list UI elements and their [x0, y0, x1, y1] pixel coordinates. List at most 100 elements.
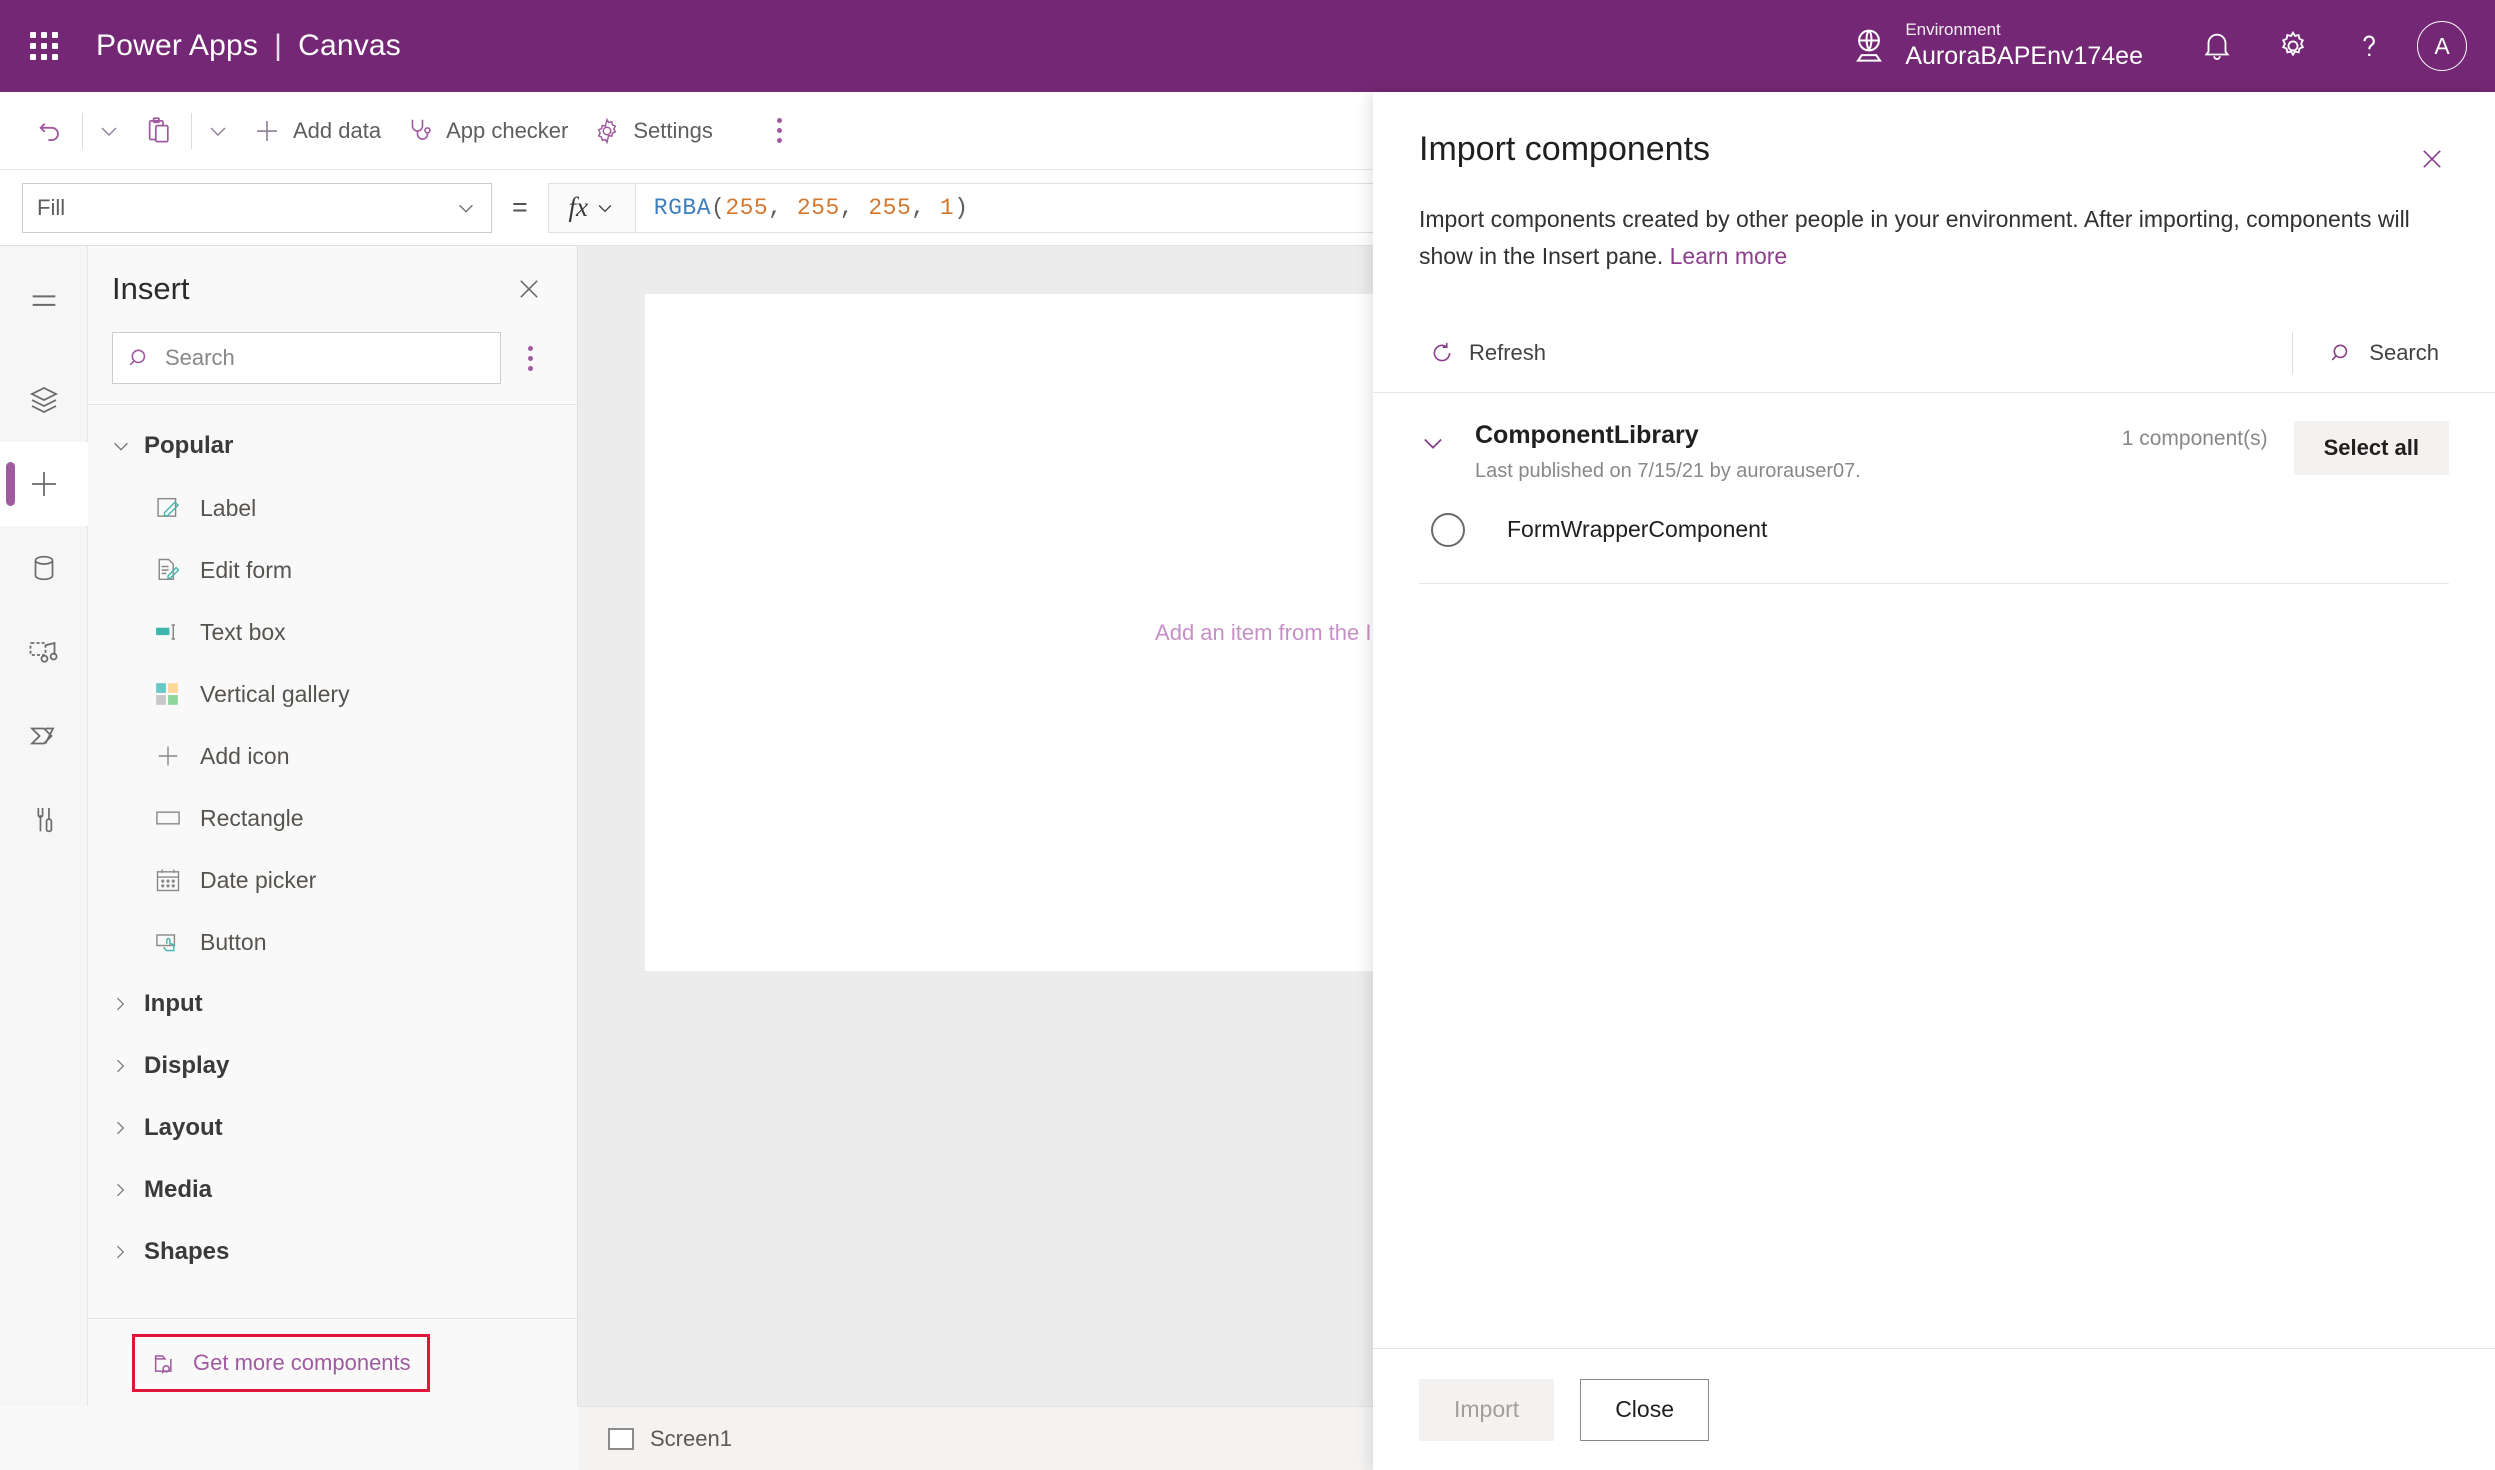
section-header-input[interactable]: Input — [88, 973, 577, 1035]
section-header-layout[interactable]: Layout — [88, 1097, 577, 1159]
section-label: Popular — [144, 432, 234, 459]
library-info: ComponentLibrary Last published on 7/15/… — [1475, 421, 2122, 483]
app-checker-button[interactable]: App checker — [393, 103, 580, 159]
text-box-icon — [154, 618, 200, 646]
search-icon — [2329, 340, 2355, 366]
formula-token-pun: ( — [711, 194, 726, 221]
insert-search-row: Search — [88, 332, 577, 404]
settings-toolbar-button[interactable]: Settings — [580, 103, 725, 159]
insert-item-text-box[interactable]: Text box — [88, 601, 577, 663]
question-mark-icon — [2352, 29, 2386, 63]
insert-item-date-picker[interactable]: Date picker — [88, 849, 577, 911]
bell-icon — [2200, 29, 2234, 63]
insert-item-text: Rectangle — [200, 804, 304, 831]
formula-token-fn: RGBA — [653, 194, 711, 221]
undo-button[interactable] — [22, 103, 78, 159]
formula-token-pun: , — [911, 194, 940, 221]
brand-separator: | — [274, 29, 283, 62]
toolbar-divider-2 — [191, 112, 192, 149]
calendar-icon — [154, 866, 200, 894]
close-icon[interactable] — [505, 265, 553, 313]
sidebar-item-variables[interactable] — [0, 778, 88, 862]
close-icon[interactable] — [2405, 132, 2459, 186]
chevron-right-icon — [110, 1056, 144, 1076]
toolbar-overflow-button[interactable] — [739, 103, 815, 159]
insert-pane-body: Popular Label Edit form Text box Vertica… — [88, 404, 577, 1379]
media-icon — [26, 634, 62, 670]
hamburger-menu-button[interactable] — [0, 260, 88, 344]
sidebar-item-tree-view[interactable] — [0, 358, 88, 442]
insert-item-button[interactable]: Button — [88, 911, 577, 973]
formula-token-pun: , — [768, 194, 797, 221]
waffle-grid-icon[interactable] — [22, 24, 66, 68]
learn-more-link[interactable]: Learn more — [1670, 243, 1788, 269]
radio-unchecked-icon[interactable] — [1431, 512, 1465, 547]
section-header-display[interactable]: Display — [88, 1035, 577, 1097]
chevron-down-icon — [110, 435, 144, 457]
import-button[interactable]: Import — [1419, 1378, 1555, 1441]
sidebar-item-insert[interactable] — [0, 442, 88, 526]
section-header-shapes[interactable]: Shapes — [88, 1221, 577, 1283]
settings-label: Settings — [633, 117, 713, 143]
sidebar-item-media[interactable] — [0, 610, 88, 694]
insert-item-edit-form[interactable]: Edit form — [88, 539, 577, 601]
insert-item-add-icon[interactable]: Add icon — [88, 725, 577, 787]
section-label: Media — [144, 1176, 213, 1203]
insert-overflow-button[interactable] — [507, 345, 553, 371]
component-list-item[interactable]: FormWrapperComponent — [1373, 495, 2495, 565]
section-label: Display — [144, 1052, 230, 1079]
library-name: ComponentLibrary — [1475, 420, 1699, 449]
fx-button[interactable]: fx — [547, 182, 636, 233]
command-divider — [2292, 332, 2294, 375]
database-icon — [27, 551, 61, 585]
avatar[interactable]: A — [2417, 21, 2467, 71]
undo-icon — [34, 115, 66, 147]
brand-title: Power Apps | Canvas — [96, 29, 401, 63]
equals-sign: = — [512, 192, 528, 222]
library-meta: Last published on 7/15/21 by aurorauser0… — [1475, 459, 1861, 482]
paste-dropdown[interactable] — [196, 103, 240, 159]
undo-dropdown[interactable] — [87, 103, 131, 159]
search-input[interactable]: Search — [112, 332, 501, 384]
paste-button[interactable] — [131, 103, 187, 159]
settings-button[interactable] — [2255, 0, 2331, 92]
refresh-button[interactable]: Refresh — [1419, 332, 1556, 374]
chevron-down-icon — [1419, 429, 1475, 457]
sidebar-item-power-automate[interactable] — [0, 694, 88, 778]
layers-icon — [26, 382, 62, 418]
component-name: FormWrapperComponent — [1507, 516, 1768, 543]
import-components-panel: Import components Import components crea… — [1373, 92, 2495, 1470]
notifications-button[interactable] — [2179, 0, 2255, 92]
chevron-right-icon — [110, 1180, 144, 1200]
globe-icon — [1847, 24, 1891, 68]
import-search-button[interactable]: Search — [2319, 332, 2449, 374]
insert-item-vertical-gallery[interactable]: Vertical gallery — [88, 663, 577, 725]
formula-token-num: 255 — [725, 194, 769, 221]
section-header-popular[interactable]: Popular — [88, 415, 577, 477]
status-screen-selector[interactable]: Screen1 — [608, 1426, 732, 1452]
property-select[interactable]: Fill — [22, 182, 492, 233]
search-placeholder: Search — [165, 345, 235, 370]
insert-item-rectangle[interactable]: Rectangle — [88, 787, 577, 849]
search-icon — [127, 345, 153, 371]
library-expand-toggle[interactable] — [1419, 421, 1475, 457]
label-icon — [154, 494, 200, 522]
section-header-media[interactable]: Media — [88, 1159, 577, 1221]
rectangle-icon — [154, 804, 200, 832]
insert-pane: Insert Search Popular Label Edit form Te… — [88, 246, 578, 1406]
import-panel-header: Import components — [1373, 92, 2495, 169]
select-all-button[interactable]: Select all — [2293, 420, 2449, 475]
get-more-components-button[interactable]: Get more components — [132, 1333, 430, 1392]
help-button[interactable] — [2331, 0, 2407, 92]
clipboard-icon — [143, 115, 175, 147]
close-button[interactable]: Close — [1580, 1378, 1709, 1441]
add-data-button[interactable]: Add data — [240, 103, 393, 159]
get-more-components-label: Get more components — [193, 1349, 411, 1375]
insert-item-text: Add icon — [200, 742, 290, 769]
page-title: Insert — [112, 271, 190, 306]
gear-icon — [2276, 29, 2310, 63]
import-search-label: Search — [2369, 340, 2439, 366]
environment-picker[interactable]: Environment AuroraBAPEnv174ee — [1847, 20, 2143, 71]
sidebar-item-data[interactable] — [0, 526, 88, 610]
insert-item-label[interactable]: Label — [88, 477, 577, 539]
